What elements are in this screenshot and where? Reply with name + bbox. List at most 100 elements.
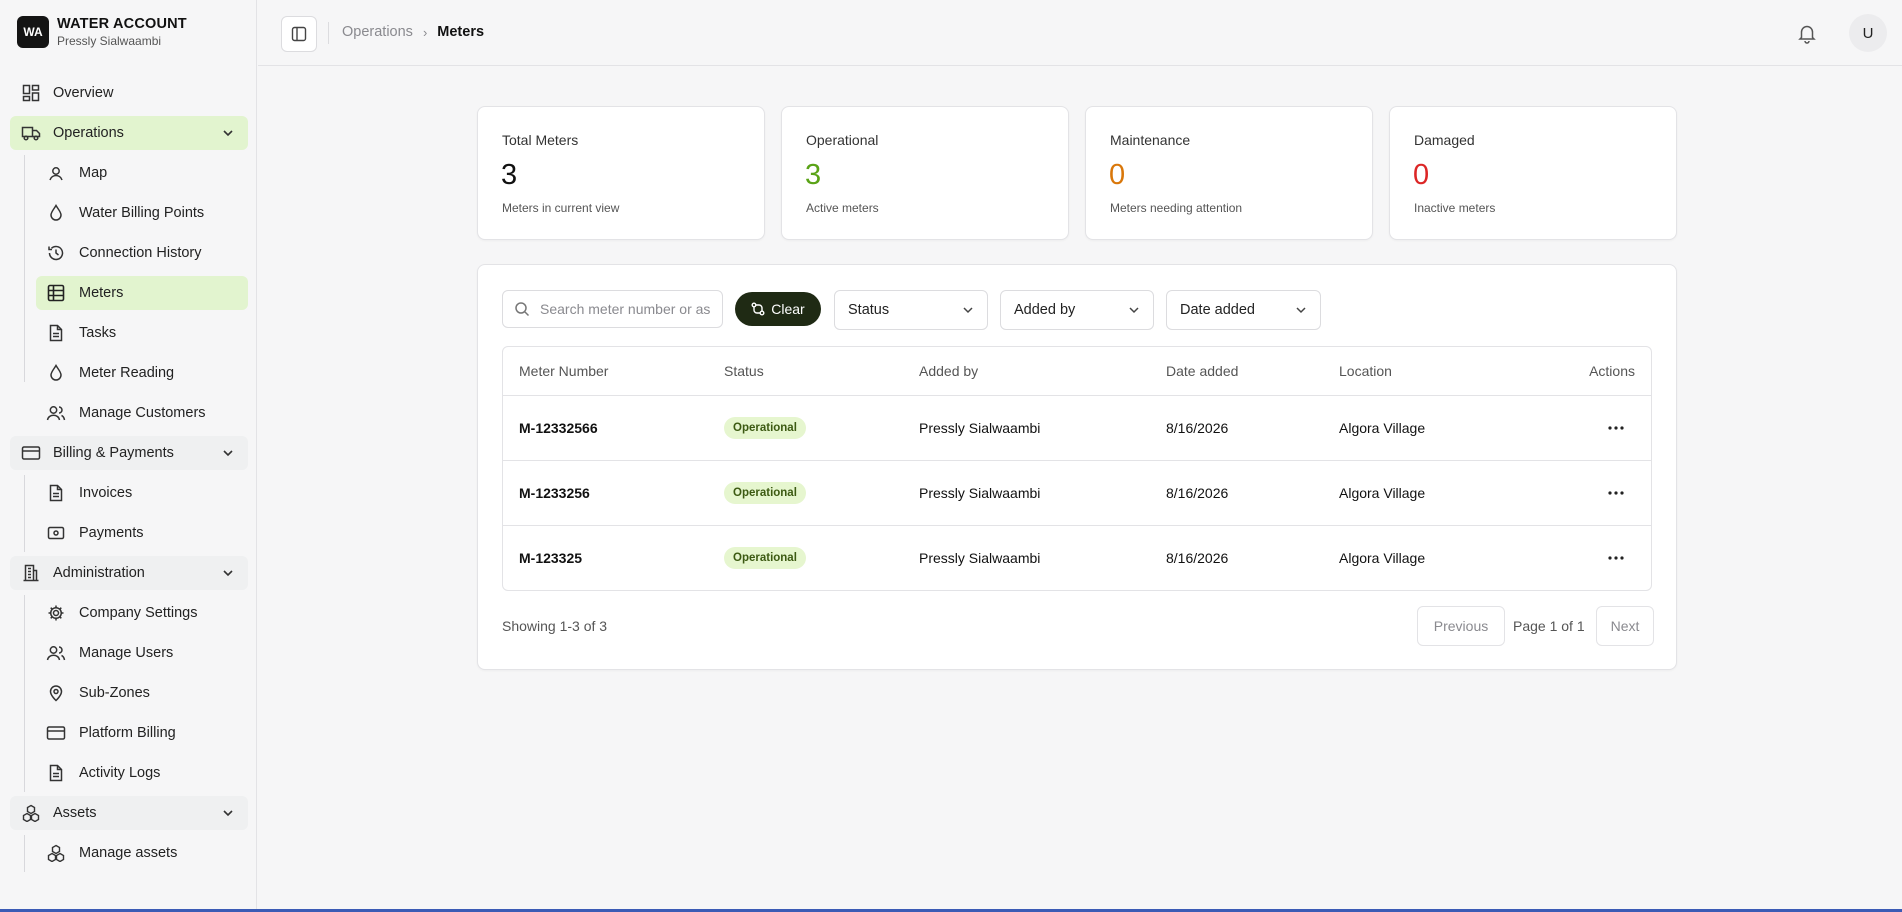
next-page-button[interactable]: Next: [1596, 606, 1654, 646]
file-text-icon: [45, 762, 67, 784]
sidebar-item-invoices[interactable]: Invoices: [36, 476, 248, 510]
location: Algora Village: [1339, 485, 1426, 501]
stat-card-damaged: Damaged 0 Inactive meters: [1389, 106, 1677, 240]
more-horizontal-icon[interactable]: [1605, 483, 1627, 503]
file-text-icon: [45, 482, 67, 504]
column-header-status[interactable]: Status: [724, 363, 764, 379]
search-box[interactable]: [502, 290, 723, 328]
column-header-date-added[interactable]: Date added: [1166, 363, 1238, 379]
sidebar-item-meters[interactable]: Meters: [36, 276, 248, 310]
meters-table: Meter Number Status Added by Date added …: [502, 346, 1652, 591]
history-icon: [45, 242, 67, 264]
select-value: Date added: [1180, 302, 1255, 318]
sidebar-group-label: Administration: [53, 565, 145, 581]
stat-value: 3: [501, 159, 518, 191]
chevron-down-icon: [963, 307, 973, 314]
sidebar-item-label: Overview: [53, 85, 114, 101]
stat-value: 0: [1413, 159, 1430, 191]
truck-icon: [20, 122, 42, 144]
table-row[interactable]: M-1233256 Operational Pressly Sialwaambi…: [503, 461, 1651, 526]
date-added: 8/16/2026: [1166, 485, 1229, 501]
sidebar-item-manage-customers[interactable]: Manage Customers: [36, 396, 248, 430]
table-row[interactable]: M-123325 Operational Pressly Sialwaambi …: [503, 526, 1651, 590]
column-header-actions: Actions: [1589, 363, 1635, 379]
building-icon: [20, 562, 42, 584]
map-pin-icon: [45, 682, 67, 704]
status-filter-select[interactable]: Status: [834, 290, 988, 330]
sidebar-item-overview[interactable]: Overview: [10, 76, 248, 110]
meter-number: M-1233256: [519, 485, 590, 501]
status-badge: Operational: [724, 417, 806, 439]
brand[interactable]: WA WATER ACCOUNT Pressly Sialwaambi: [0, 0, 256, 64]
chevron-down-icon: [1296, 307, 1306, 314]
brand-title: WATER ACCOUNT: [57, 16, 187, 32]
more-horizontal-icon[interactable]: [1605, 548, 1627, 568]
droplet-icon: [45, 202, 67, 224]
stat-caption: Inactive meters: [1414, 201, 1496, 215]
sidebar-item-label: Water Billing Points: [79, 205, 205, 221]
sidebar-item-activity-logs[interactable]: Activity Logs: [36, 756, 248, 790]
sidebar-item-connection-history[interactable]: Connection History: [36, 236, 248, 270]
gear-icon: [45, 602, 67, 624]
added-by-filter-select[interactable]: Added by: [1000, 290, 1154, 330]
meter-number: M-12332566: [519, 420, 598, 436]
sidebar-item-tasks[interactable]: Tasks: [36, 316, 248, 350]
sidebar: WA WATER ACCOUNT Pressly Sialwaambi Over…: [0, 0, 257, 909]
more-horizontal-icon[interactable]: [1605, 418, 1627, 438]
sidebar-item-payments[interactable]: Payments: [36, 516, 248, 550]
page-info: Page 1 of 1: [1513, 618, 1585, 634]
search-input[interactable]: [540, 301, 710, 317]
chevron-down-icon: [223, 810, 233, 817]
column-header-location[interactable]: Location: [1339, 363, 1392, 379]
chevron-right-icon: ›: [422, 24, 428, 40]
brand-subtitle: Pressly Sialwaambi: [57, 34, 162, 48]
sidebar-toggle-button[interactable]: [281, 16, 317, 52]
previous-page-button[interactable]: Previous: [1417, 606, 1505, 646]
sidebar-item-sub-zones[interactable]: Sub-Zones: [36, 676, 248, 710]
stat-card-operational: Operational 3 Active meters: [781, 106, 1069, 240]
sidebar-item-meter-reading[interactable]: Meter Reading: [36, 356, 248, 390]
map-pin-user-icon: [45, 162, 67, 184]
file-text-icon: [45, 322, 67, 344]
stat-value: 0: [1109, 159, 1126, 191]
status-badge: Operational: [724, 547, 806, 569]
sidebar-item-label: Company Settings: [79, 605, 198, 621]
droplet-icon: [45, 362, 67, 384]
table-header: Meter Number Status Added by Date added …: [503, 347, 1651, 396]
sidebar-item-label: Manage Customers: [79, 405, 206, 421]
meters-panel: Clear Status Added by Date added Meter N…: [477, 264, 1677, 670]
clear-button[interactable]: Clear: [735, 292, 821, 326]
select-value: Added by: [1014, 302, 1076, 318]
bell-icon[interactable]: [1796, 22, 1818, 44]
divider: [328, 22, 329, 44]
user-avatar[interactable]: U: [1849, 14, 1887, 52]
sidebar-item-map[interactable]: Map: [36, 156, 248, 190]
added-by: Pressly Sialwaambi: [919, 550, 1041, 566]
sidebar-item-label: Meters: [79, 285, 124, 301]
location: Algora Village: [1339, 420, 1426, 436]
breadcrumb-meters: Meters: [437, 24, 485, 40]
table-row[interactable]: M-12332566 Operational Pressly Sialwaamb…: [503, 396, 1651, 461]
date-added: 8/16/2026: [1166, 420, 1229, 436]
location: Algora Village: [1339, 550, 1426, 566]
sidebar-group-billing[interactable]: Billing & Payments: [10, 436, 248, 470]
sidebar-group-administration[interactable]: Administration: [10, 556, 248, 590]
sidebar-item-manage-users[interactable]: Manage Users: [36, 636, 248, 670]
showing-count: Showing 1-3 of 3: [502, 618, 608, 634]
sidebar-item-company-settings[interactable]: Company Settings: [36, 596, 248, 630]
column-header-meter-number[interactable]: Meter Number: [519, 363, 608, 379]
sidebar-item-manage-assets[interactable]: Manage assets: [36, 836, 248, 870]
tree-line: [24, 475, 25, 552]
clear-button-label: Clear: [771, 301, 805, 317]
sidebar-group-operations[interactable]: Operations: [10, 116, 248, 150]
breadcrumb-operations[interactable]: Operations: [342, 24, 413, 40]
panel-left-icon: [291, 26, 307, 42]
column-header-added-by[interactable]: Added by: [919, 363, 978, 379]
search-icon: [515, 302, 530, 317]
sidebar-item-platform-billing[interactable]: Platform Billing: [36, 716, 248, 750]
date-added-filter-select[interactable]: Date added: [1166, 290, 1321, 330]
sidebar-group-assets[interactable]: Assets: [10, 796, 248, 830]
dashboard-icon: [20, 82, 42, 104]
chevron-down-icon: [223, 570, 233, 577]
sidebar-item-water-billing-points[interactable]: Water Billing Points: [36, 196, 248, 230]
